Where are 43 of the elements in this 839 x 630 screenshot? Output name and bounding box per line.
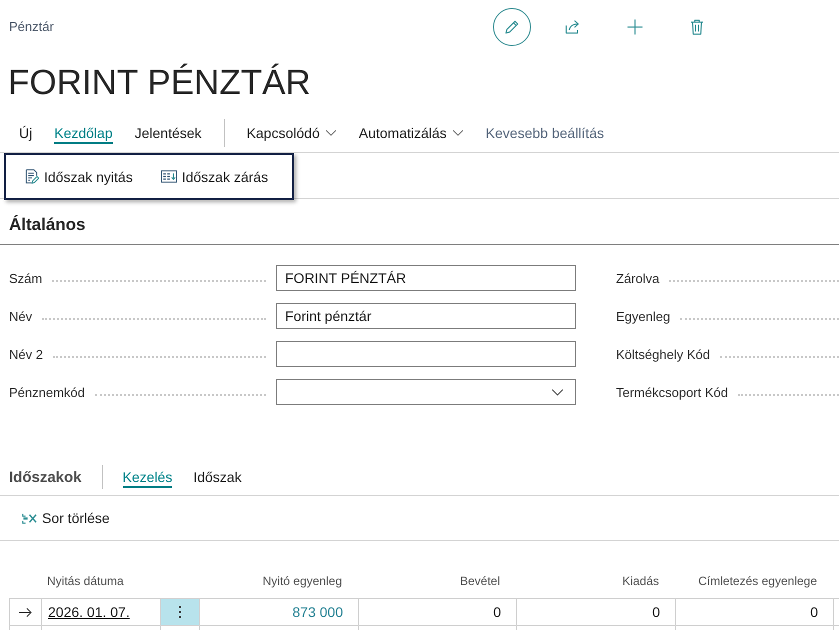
pencil-icon — [503, 18, 521, 36]
menu-tab[interactable]: Jelentések — [134, 122, 202, 144]
part-title: Időszakok — [9, 468, 82, 486]
table-cell: 0 — [493, 604, 501, 620]
balance-link[interactable]: 873 000 — [292, 604, 343, 620]
text-field[interactable]: Forint pénztár — [276, 303, 576, 329]
menu-dropdown[interactable]: Kapcsolódó — [246, 122, 337, 144]
trash-icon — [688, 18, 706, 36]
menu-tab[interactable]: Új — [19, 122, 32, 144]
section-title: Általános — [9, 215, 86, 235]
document-pencil-icon — [24, 169, 39, 184]
field-label: Zárolva — [616, 270, 660, 286]
table-cell: 0 — [810, 604, 818, 620]
plus-icon — [626, 18, 644, 36]
table-cell: 0 — [652, 604, 660, 620]
field-label: Név — [9, 308, 32, 324]
field-label: Egyenleg — [616, 308, 670, 324]
text-field[interactable] — [276, 341, 576, 367]
part-tab[interactable]: Kezelés — [122, 466, 172, 488]
dropdown-field[interactable] — [276, 379, 576, 405]
part-tab[interactable]: Időszak — [193, 466, 242, 488]
field-label: Pénznemkód — [9, 384, 85, 400]
close-period-button[interactable]: Időszak zárás — [160, 168, 268, 184]
column-header: Nyitás dátuma — [47, 574, 124, 588]
page-caption: Pénztár — [9, 19, 54, 34]
menu-dropdown[interactable]: Automatizálás — [358, 122, 464, 144]
field-label: Költséghely Kód — [616, 346, 710, 362]
page-title: FORINT PÉNZTÁR — [8, 62, 311, 104]
delete-line-button[interactable]: Sor törlése — [22, 510, 110, 526]
column-header: Címletezés egyenlege — [698, 574, 817, 588]
edit-button[interactable] — [493, 8, 531, 46]
column-header: Nyitó egyenleg — [262, 574, 342, 588]
field-label: Termékcsoport Kód — [616, 384, 728, 400]
toggle-link[interactable]: Kevesebb beállítás — [486, 122, 604, 144]
column-header: Kiadás — [622, 574, 659, 588]
text-field[interactable]: FORINT PÉNZTÁR — [276, 265, 576, 291]
open-period-button[interactable]: Időszak nyitás — [24, 168, 133, 184]
field-label: Név 2 — [9, 346, 43, 362]
date-link[interactable]: 2026. 01. 07. — [48, 604, 130, 620]
column-header: Bevétel — [460, 574, 500, 588]
field-label: Szám — [9, 270, 42, 286]
menu-tab[interactable]: Kezdőlap — [54, 122, 113, 144]
more-options-icon — [178, 605, 182, 619]
